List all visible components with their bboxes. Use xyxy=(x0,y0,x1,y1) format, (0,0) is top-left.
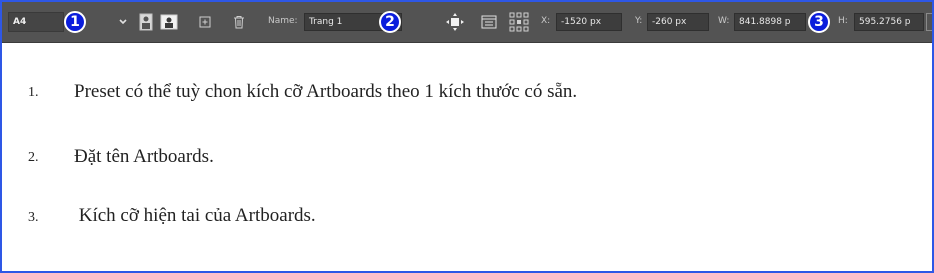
w-field[interactable]: 841.8898 p xyxy=(734,13,806,31)
add-artboard-icon[interactable] xyxy=(196,13,214,31)
h-label: H: xyxy=(838,16,848,26)
x-field[interactable]: -1520 px xyxy=(556,13,622,31)
trash-icon[interactable] xyxy=(230,13,248,31)
h-value: 595.2756 p xyxy=(859,17,911,27)
list-item-number: 3. xyxy=(28,210,39,225)
w-value: 841.8898 p xyxy=(739,17,791,27)
preset-select[interactable]: A4 xyxy=(8,12,64,32)
list-item-text: Đặt tên Artboards. xyxy=(74,146,214,167)
artboard-options-icon[interactable] xyxy=(480,13,498,31)
badge-2: 2 xyxy=(379,11,401,33)
x-label: X: xyxy=(541,16,551,26)
toolbar-overflow-edge xyxy=(926,13,932,31)
list-item-text: Kích cỡ hiện tai của Artboards. xyxy=(74,205,316,226)
reference-point-icon[interactable] xyxy=(508,11,530,33)
y-label: Y: xyxy=(635,16,643,26)
explanation-list: 1. Preset có thể tuỳ chon kích cỡ Artboa… xyxy=(2,43,932,271)
landscape-icon[interactable] xyxy=(160,13,178,31)
name-label: Name: xyxy=(268,16,298,26)
name-value: Trang 1 xyxy=(309,17,343,27)
chevron-down-icon[interactable] xyxy=(114,13,132,31)
y-field[interactable]: -260 px xyxy=(647,13,709,31)
list-item-text: Preset có thể tuỳ chon kích cỡ Artboards… xyxy=(74,81,578,102)
portrait-icon[interactable] xyxy=(137,13,155,31)
badge-1: 1 xyxy=(64,11,86,33)
h-field[interactable]: 595.2756 p xyxy=(854,13,924,31)
preset-value: A4 xyxy=(13,17,27,27)
artboard-control-bar: A4 1 Name: Trang 1 2 X: -1520 px Y: -260… xyxy=(2,2,932,43)
list-item-number: 1. xyxy=(28,85,39,100)
move-artboard-icon[interactable] xyxy=(446,13,464,31)
y-value: -260 px xyxy=(652,17,687,27)
w-label: W: xyxy=(718,16,730,26)
x-value: -1520 px xyxy=(561,17,602,27)
badge-3: 3 xyxy=(808,11,830,33)
list-item-number: 2. xyxy=(28,150,39,165)
